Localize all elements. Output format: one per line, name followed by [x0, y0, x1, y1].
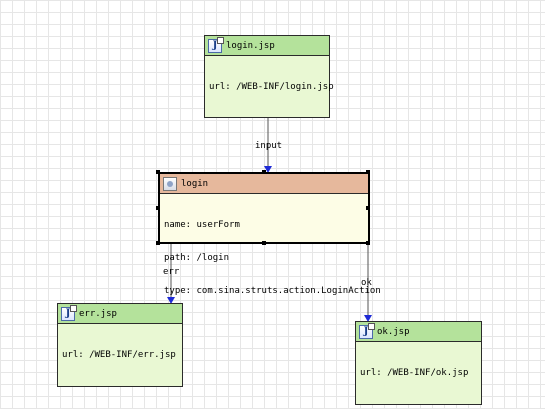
jsp-file-icon: J — [61, 304, 77, 321]
jsp-file-icon: J — [359, 322, 375, 339]
node-path: path: /login — [164, 253, 230, 263]
node-type: type: com.sina.struts.action.LoginAction — [164, 286, 381, 296]
node-body: url: /WEB-INF/ok.jsp — [356, 342, 481, 405]
edge-label-input: input — [255, 141, 283, 151]
node-login-action[interactable]: login name: userForm path: /login type: … — [158, 172, 381, 296]
node-body: url: /WEB-INF/login.jsp — [205, 56, 334, 119]
selection-handle[interactable] — [156, 170, 160, 174]
selection-handle[interactable] — [156, 241, 160, 245]
selection-handle[interactable] — [366, 241, 370, 245]
node-url: url: /WEB-INF/login.jsp — [209, 82, 334, 92]
selection-handle[interactable] — [156, 206, 160, 210]
node-login-jsp[interactable]: J login.jsp url: /WEB-INF/login.jsp — [204, 35, 334, 119]
struts-action-icon — [163, 176, 177, 191]
node-header: J err.jsp — [58, 304, 182, 324]
node-header: login — [160, 174, 368, 194]
node-header: J ok.jsp — [356, 322, 481, 342]
node-title: login — [181, 178, 209, 189]
diagram-canvas: input err ok J login.jsp url: /WEB-INF/l… — [0, 0, 545, 409]
node-err-jsp[interactable]: J err.jsp url: /WEB-INF/err.jsp — [57, 303, 183, 387]
selection-handle[interactable] — [262, 170, 266, 174]
node-title: err.jsp — [79, 308, 117, 319]
selection-handle[interactable] — [366, 170, 370, 174]
node-title: ok.jsp — [377, 326, 410, 337]
node-body: url: /WEB-INF/err.jsp — [58, 324, 182, 387]
node-name: name: userForm — [164, 220, 240, 230]
node-url: url: /WEB-INF/err.jsp — [62, 350, 176, 360]
node-url: url: /WEB-INF/ok.jsp — [360, 368, 469, 378]
jsp-file-icon: J — [208, 36, 224, 53]
node-body: name: userForm path: /login type: com.si… — [160, 194, 381, 323]
selection-handle[interactable] — [262, 241, 266, 245]
selection-handle[interactable] — [366, 206, 370, 210]
node-header: J login.jsp — [205, 36, 329, 56]
node-ok-jsp[interactable]: J ok.jsp url: /WEB-INF/ok.jsp — [355, 321, 482, 405]
node-title: login.jsp — [226, 40, 275, 51]
